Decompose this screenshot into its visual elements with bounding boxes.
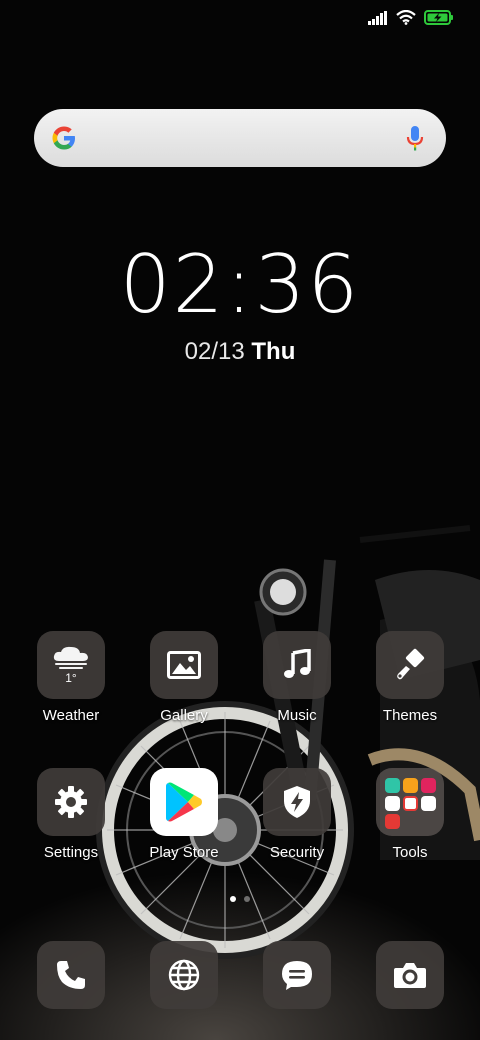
scanner-mini-icon [384,778,400,793]
cloud-icon [53,646,88,669]
date-text: 02/13 [184,338,245,365]
themes-tile[interactable] [376,631,444,699]
tools-folder-tile[interactable] [376,768,444,836]
microphone-icon[interactable] [406,125,424,151]
music-player-mini-icon [420,778,436,793]
play-store-tile[interactable] [150,768,218,836]
music-tile[interactable] [263,631,331,699]
google-g-icon[interactable] [50,124,78,152]
weather-label: Weather [42,707,100,724]
messages-tile[interactable] [263,941,331,1009]
video-mini-icon [402,778,418,793]
clock-date[interactable]: 02/13 Thu [0,338,480,366]
app-security[interactable]: Security [241,768,353,861]
wifi-icon [396,10,416,25]
camera-tile[interactable] [376,941,444,1009]
themes-label: Themes [382,707,438,724]
music-label: Music [277,707,317,724]
music-note-icon [284,649,311,678]
app-settings[interactable]: Settings [15,768,127,861]
phone-icon [57,961,85,989]
gallery-tile[interactable] [150,631,218,699]
weather-tile[interactable]: 1° [37,631,105,699]
gmail-mini-icon [402,796,418,811]
youtube-mini-icon [384,814,400,829]
dock-messages[interactable] [241,941,353,1009]
contacts-mini-icon [384,796,400,811]
settings-tile[interactable] [37,768,105,836]
app-tools-folder[interactable]: Tools [354,768,466,861]
weather-temp: 1° [65,671,77,685]
message-icon [282,961,312,990]
dock-phone[interactable] [15,941,127,1009]
page-dot-2[interactable] [244,896,250,902]
paintbrush-icon [397,648,425,680]
google-search-bar[interactable] [34,109,446,167]
page-dot-1[interactable] [230,896,236,902]
app-themes[interactable]: Themes [354,631,466,724]
tools-label: Tools [392,844,428,861]
gear-icon [55,786,87,818]
battery-charging-icon [424,10,453,25]
duo-mini-icon [420,796,436,811]
browser-tile[interactable] [150,941,218,1009]
page-indicator [0,896,480,902]
play-store-label: Play Store [149,844,219,861]
app-music[interactable]: Music [241,631,353,724]
signal-bars-icon [368,10,387,25]
play-store-icon [166,782,202,822]
camera-icon [394,963,426,988]
app-gallery[interactable]: Gallery [128,631,240,724]
shield-bolt-icon [284,786,310,818]
status-bar [368,10,454,25]
security-tile[interactable] [263,768,331,836]
gallery-label: Gallery [160,707,208,724]
clock-time[interactable]: 02:36 [0,238,480,331]
dock-browser[interactable] [128,941,240,1009]
image-icon [167,651,201,679]
dock-camera[interactable] [354,941,466,1009]
app-play-store[interactable]: Play Store [128,768,240,861]
phone-tile[interactable] [37,941,105,1009]
globe-icon [168,959,200,991]
settings-label: Settings [43,844,99,861]
day-text: Thu [251,338,296,365]
security-label: Security [269,844,325,861]
app-weather[interactable]: 1° Weather [15,631,127,724]
